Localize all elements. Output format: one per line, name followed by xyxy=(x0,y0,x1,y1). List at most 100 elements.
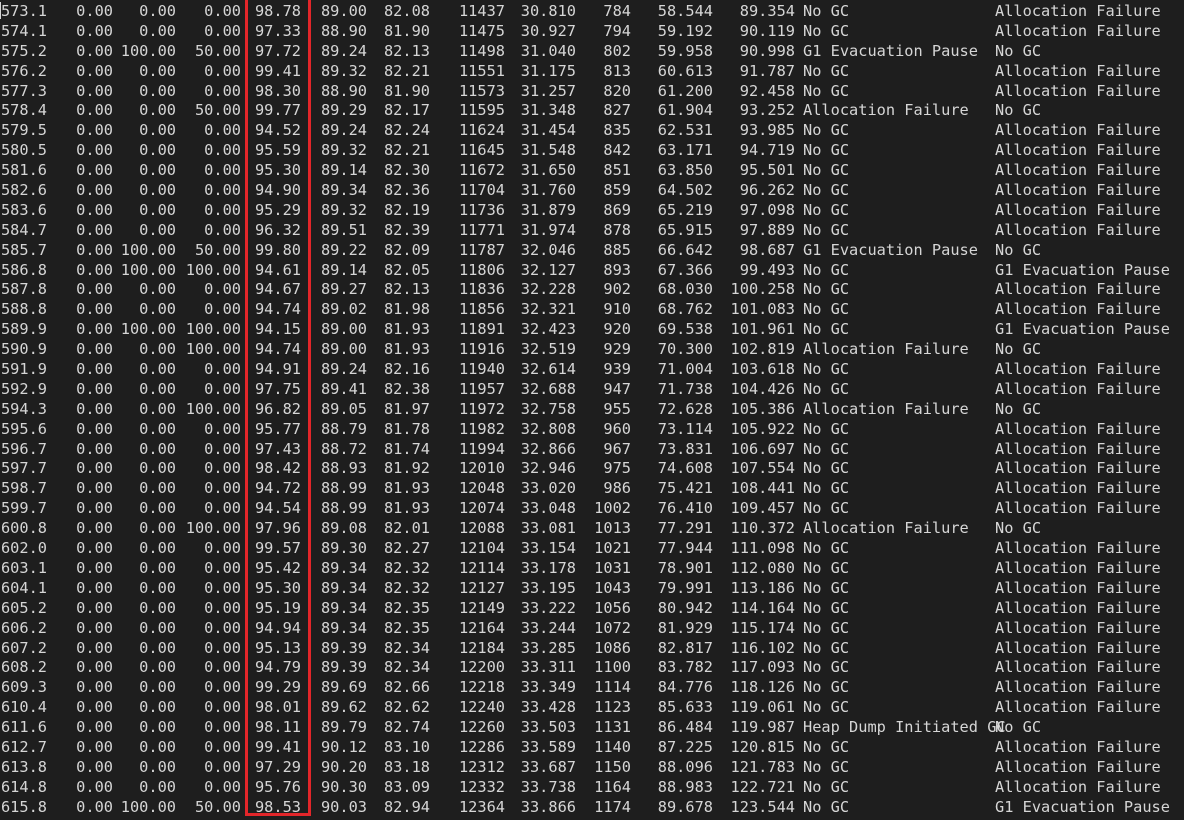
log-cell-col-11: 96.262 xyxy=(739,181,795,200)
log-cell-col-4: 98.11 xyxy=(254,718,301,737)
log-cell-col-12: No GC xyxy=(803,260,850,279)
log-cell-col-10: 58.544 xyxy=(657,2,713,20)
log-cell-col-12: No GC xyxy=(803,439,850,458)
log-row: 587.8 0.00 0.00 0.00 94.67 89.27 82.13 11836 32.… xyxy=(0,280,1184,300)
log-cell-col-0: 609.3 xyxy=(0,678,47,697)
log-cell-col-6: 81.93 xyxy=(383,320,430,339)
log-cell-col-0: 597.7 xyxy=(0,459,47,478)
log-cell-col-2: 0.00 xyxy=(139,519,176,538)
log-cell-col-9: 1140 xyxy=(594,737,631,756)
log-cell-col-8: 31.879 xyxy=(520,200,576,219)
log-cell-col-9: 1131 xyxy=(594,718,631,737)
log-cell-col-5: 90.03 xyxy=(320,797,367,816)
terminal-output[interactable]: 573.1 0.00 0.00 0.00 98.78 89.00 82.08 11437 30.… xyxy=(0,0,1184,820)
log-cell-col-10: 65.219 xyxy=(657,200,713,219)
log-cell-col-4: 95.30 xyxy=(254,578,301,597)
log-cell-col-3: 0.00 xyxy=(204,539,241,558)
log-cell-col-12: No GC xyxy=(803,777,850,796)
log-cell-col-13: Allocation Failure xyxy=(995,777,1161,796)
log-cell-col-9: 947 xyxy=(603,379,631,398)
log-cell-col-8: 31.040 xyxy=(520,41,576,60)
log-cell-col-10: 82.817 xyxy=(657,638,713,657)
log-cell-col-13: Allocation Failure xyxy=(995,360,1161,379)
log-cell-col-7: 12048 xyxy=(458,479,505,498)
log-cell-col-2: 0.00 xyxy=(139,300,176,319)
log-cell-col-0: 590.9 xyxy=(0,340,47,359)
log-cell-col-1: 0.00 xyxy=(76,200,113,219)
log-cell-col-4: 97.33 xyxy=(254,21,301,40)
log-cell-col-12: Heap Dump Initiated GC xyxy=(803,718,1006,737)
log-cell-col-3: 0.00 xyxy=(204,479,241,498)
log-cell-col-3: 0.00 xyxy=(204,81,241,100)
log-cell-col-3: 50.00 xyxy=(194,240,241,259)
log-cell-col-10: 76.410 xyxy=(657,499,713,518)
log-cell-col-6: 82.34 xyxy=(383,658,430,677)
log-cell-col-11: 105.922 xyxy=(730,419,795,438)
log-cell-col-8: 33.081 xyxy=(520,519,576,538)
log-cell-col-0: 614.8 xyxy=(0,777,47,796)
log-row: 588.8 0.00 0.00 0.00 94.74 89.02 81.98 11856 32.… xyxy=(0,300,1184,320)
log-cell-col-8: 31.454 xyxy=(520,121,576,140)
log-cell-col-11: 97.098 xyxy=(739,200,795,219)
log-cell-col-12: No GC xyxy=(803,21,850,40)
log-cell-col-2: 100.00 xyxy=(120,41,176,60)
log-cell-col-4: 94.74 xyxy=(254,300,301,319)
log-cell-col-5: 89.39 xyxy=(320,638,367,657)
log-cell-col-7: 12312 xyxy=(458,757,505,776)
log-cell-col-4: 95.42 xyxy=(254,558,301,577)
log-row: 599.7 0.00 0.00 0.00 94.54 88.99 81.93 12074 33.… xyxy=(0,499,1184,519)
log-row: 586.8 0.00 100.00 100.00 94.61 89.14 82.05 1180… xyxy=(0,261,1184,281)
log-cell-col-11: 112.080 xyxy=(730,558,795,577)
log-cell-col-3: 0.00 xyxy=(204,777,241,796)
log-cell-col-0: 615.8 xyxy=(0,797,47,816)
log-cell-col-2: 0.00 xyxy=(139,678,176,697)
log-cell-col-5: 88.72 xyxy=(320,439,367,458)
log-cell-col-6: 82.27 xyxy=(383,539,430,558)
log-cell-col-2: 0.00 xyxy=(139,718,176,737)
log-cell-col-5: 89.00 xyxy=(320,340,367,359)
log-cell-col-1: 0.00 xyxy=(76,121,113,140)
log-cell-col-5: 89.34 xyxy=(320,558,367,577)
log-cell-col-10: 63.850 xyxy=(657,161,713,180)
log-cell-col-1: 0.00 xyxy=(76,141,113,160)
log-cell-col-13: No GC xyxy=(995,101,1042,120)
log-cell-col-10: 66.642 xyxy=(657,240,713,259)
log-cell-col-5: 89.24 xyxy=(320,121,367,140)
log-cell-col-3: 0.00 xyxy=(204,141,241,160)
log-row: 582.6 0.00 0.00 0.00 94.90 89.34 82.36 11704 31.… xyxy=(0,181,1184,201)
log-cell-col-6: 82.08 xyxy=(383,2,430,20)
log-cell-col-11: 121.783 xyxy=(730,757,795,776)
log-cell-col-0: 599.7 xyxy=(0,499,47,518)
log-cell-col-6: 83.18 xyxy=(383,757,430,776)
log-cell-col-6: 82.74 xyxy=(383,718,430,737)
log-cell-col-6: 82.09 xyxy=(383,240,430,259)
log-cell-col-3: 100.00 xyxy=(185,260,241,279)
log-cell-col-0: 586.8 xyxy=(0,260,47,279)
log-cell-col-0: 577.3 xyxy=(0,81,47,100)
log-cell-col-0: 596.7 xyxy=(0,439,47,458)
log-cell-col-10: 80.942 xyxy=(657,598,713,617)
log-cell-col-9: 1031 xyxy=(594,558,631,577)
log-cell-col-12: No GC xyxy=(803,638,850,657)
log-cell-col-5: 89.27 xyxy=(320,280,367,299)
log-cell-col-13: Allocation Failure xyxy=(995,558,1161,577)
log-row: 609.3 0.00 0.00 0.00 99.29 89.69 82.66 12218 33.… xyxy=(0,678,1184,698)
log-cell-col-2: 0.00 xyxy=(139,81,176,100)
log-cell-col-13: Allocation Failure xyxy=(995,2,1161,20)
log-cell-col-12: Allocation Failure xyxy=(803,101,969,120)
log-row: 612.7 0.00 0.00 0.00 99.41 90.12 83.10 12286 33.… xyxy=(0,738,1184,758)
log-cell-col-1: 0.00 xyxy=(76,81,113,100)
log-cell-col-0: 579.5 xyxy=(0,121,47,140)
log-cell-col-11: 119.987 xyxy=(730,718,795,737)
log-cell-col-13: Allocation Failure xyxy=(995,200,1161,219)
log-cell-col-13: Allocation Failure xyxy=(995,638,1161,657)
log-cell-col-5: 89.14 xyxy=(320,161,367,180)
log-cell-col-0: 578.4 xyxy=(0,101,47,120)
log-cell-col-4: 94.79 xyxy=(254,658,301,677)
log-row: 597.7 0.00 0.00 0.00 98.42 88.93 81.92 12010 32.… xyxy=(0,459,1184,479)
log-cell-col-4: 99.29 xyxy=(254,678,301,697)
log-cell-col-9: 1164 xyxy=(594,777,631,796)
text-cursor xyxy=(0,2,1,19)
log-cell-col-10: 77.291 xyxy=(657,519,713,538)
log-row: 574.1 0.00 0.00 0.00 97.33 88.90 81.90 11475 30.… xyxy=(0,22,1184,42)
